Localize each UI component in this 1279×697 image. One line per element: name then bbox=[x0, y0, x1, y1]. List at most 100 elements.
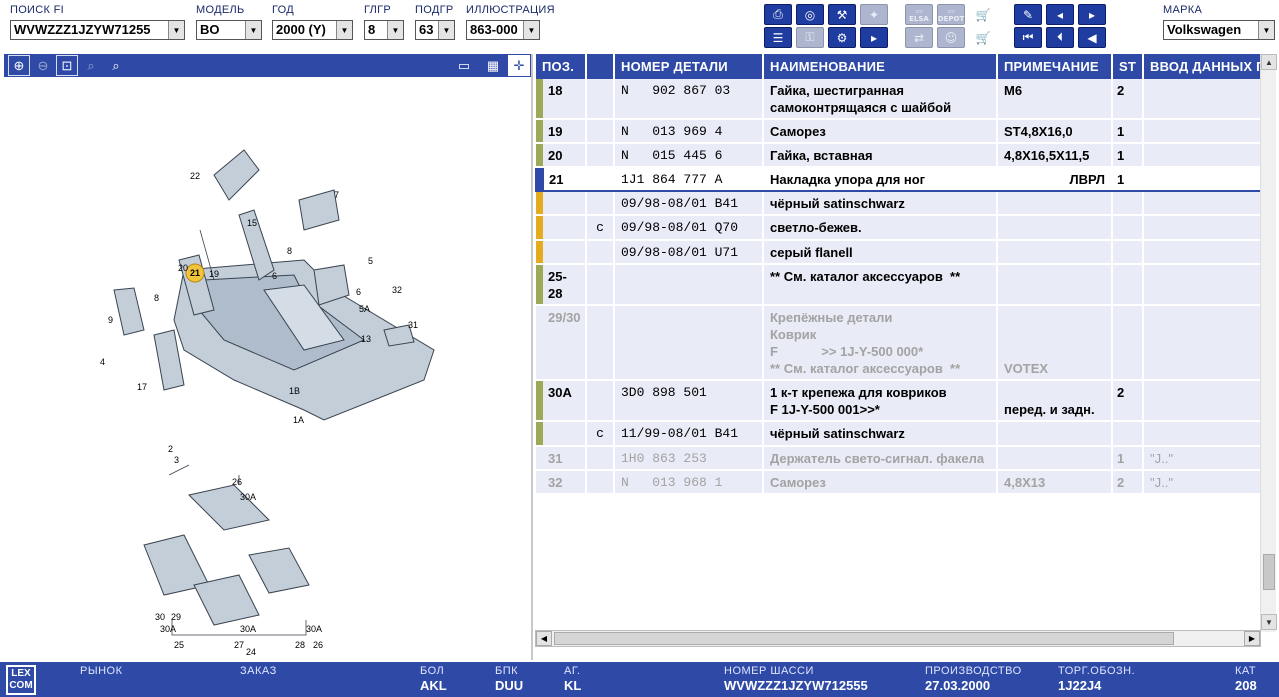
table-row[interactable]: 19 N 013 969 4 Саморез ST4,8X16,0 1 bbox=[536, 119, 1262, 144]
grid-view-icon[interactable]: ▦ bbox=[482, 55, 504, 76]
print-icon[interactable]: ⎙ bbox=[764, 4, 792, 25]
steering-wheel-icon[interactable]: ◎ bbox=[796, 4, 824, 25]
row-note bbox=[997, 446, 1113, 471]
row-name-text: Накладка упора для ног bbox=[770, 172, 926, 187]
scroll-down-icon[interactable]: ▼ bbox=[1261, 614, 1277, 630]
row-name: 1 к-т крепежа для ковриков F 1J-Y-500 00… bbox=[763, 380, 998, 422]
row-qty bbox=[1112, 215, 1144, 241]
brand-value[interactable]: Volkswagen bbox=[1164, 21, 1258, 39]
year-value[interactable]: 2000 (Y) bbox=[273, 21, 336, 39]
chevron-down-icon[interactable]: ▼ bbox=[245, 21, 261, 39]
row-pos: 20 bbox=[536, 143, 587, 168]
production-label: ПРОИЗВОДСТВО bbox=[925, 665, 1022, 677]
table-row[interactable]: c 11/99-08/01 B41 чёрный satinschwarz bbox=[536, 421, 1262, 447]
chevron-down-icon[interactable]: ▼ bbox=[523, 21, 539, 39]
row-pos-text: 18 bbox=[548, 83, 563, 98]
back-icon[interactable]: ⏴ bbox=[1046, 27, 1074, 48]
table-row[interactable]: 25-28 ** См. каталог аксессуаров ** bbox=[536, 264, 1262, 306]
subgroup-select[interactable]: 63 ▼ bbox=[415, 20, 455, 40]
svg-text:20: 20 bbox=[178, 263, 188, 273]
col-c-header[interactable] bbox=[586, 54, 615, 79]
table-row[interactable]: c 09/98-08/01 Q70 светло-бежев. bbox=[536, 215, 1262, 241]
main-group-select[interactable]: 8 ▼ bbox=[364, 20, 404, 40]
split-view-icon[interactable]: ▭ bbox=[453, 55, 475, 76]
row-status-marker bbox=[536, 79, 543, 118]
year-select[interactable]: 2000 (Y) ▼ bbox=[272, 20, 353, 40]
col-name-header[interactable]: НАИМЕНОВАНИЕ bbox=[763, 54, 998, 79]
col-pos-header[interactable]: ПОЗ. bbox=[536, 54, 587, 79]
table-row[interactable]: 20 N 015 445 6 Гайка, вставная 4,8X16,5X11,… bbox=[536, 143, 1262, 168]
table-row[interactable]: 29/30 Крепёжные детали Коврик F >> 1J-Y-5… bbox=[536, 305, 1262, 381]
row-part-number-text: N 902 867 03 bbox=[621, 83, 731, 98]
row-part-number bbox=[614, 305, 764, 381]
search-icon[interactable]: ⌕ bbox=[105, 55, 127, 76]
chassis-value: WVWZZZ1JZYW712555 bbox=[724, 678, 868, 693]
row-part-number-text: 09/98-08/01 B41 bbox=[621, 196, 739, 211]
scroll-left-icon[interactable]: ◀ bbox=[536, 631, 552, 646]
row-pos-text: 21 bbox=[549, 172, 564, 187]
chevron-down-icon[interactable]: ▼ bbox=[438, 21, 454, 39]
svg-text:26: 26 bbox=[313, 640, 323, 650]
tools-icon[interactable]: ⚒ bbox=[828, 4, 856, 25]
table-row[interactable]: 09/98-08/01 U71 серый flanell bbox=[536, 240, 1262, 265]
chevron-down-icon[interactable]: ▼ bbox=[387, 21, 403, 39]
row-part-number-text: 09/98-08/01 Q70 bbox=[621, 220, 739, 235]
col-part-number-header[interactable]: НОМЕР ДЕТАЛИ bbox=[614, 54, 764, 79]
svg-text:8: 8 bbox=[154, 293, 159, 303]
play-back-icon[interactable]: ◀ bbox=[1078, 27, 1106, 48]
illustration-value[interactable]: 863-000 bbox=[467, 21, 523, 39]
scroll-up-icon[interactable]: ▲ bbox=[1261, 54, 1277, 70]
zoom-in-icon[interactable]: ⊕ bbox=[8, 55, 30, 76]
main-group-value[interactable]: 8 bbox=[365, 21, 387, 39]
model-value[interactable]: BO bbox=[197, 21, 245, 39]
prev-page-icon[interactable]: ◂ bbox=[1046, 4, 1074, 25]
row-qty-text: 1 bbox=[1117, 124, 1125, 139]
col-input-header[interactable]: ВВОД ДАННЫХ П bbox=[1143, 54, 1262, 79]
table-row[interactable]: 31 1H0 863 253 Держатель свето-сигнал. фак… bbox=[536, 446, 1262, 471]
depot-icon: ▭ DEPOT bbox=[937, 4, 965, 25]
table-row[interactable]: 32 N 013 968 1 Саморез 4,8X13 2 "J.." bbox=[536, 470, 1262, 495]
illustration-label: ИЛЛЮСТРАЦИЯ bbox=[466, 4, 555, 16]
search-fi-value[interactable]: WVWZZZ1JZYW71255 bbox=[11, 21, 168, 39]
vertical-scrollbar[interactable]: ▲ ▼ bbox=[1260, 54, 1277, 632]
hscroll-thumb[interactable] bbox=[554, 632, 1174, 645]
model-select[interactable]: BO ▼ bbox=[196, 20, 262, 40]
table-row[interactable]: 18 N 902 867 03 Гайка, шестигранная самоко… bbox=[536, 79, 1262, 120]
subgroup-value[interactable]: 63 bbox=[416, 21, 438, 39]
svg-text:2: 2 bbox=[168, 444, 173, 454]
row-qty: 1 bbox=[1112, 143, 1144, 168]
row-input bbox=[1143, 240, 1262, 265]
pin-icon[interactable]: ✎ bbox=[1014, 4, 1042, 25]
cart-add-icon[interactable]: 🛒 bbox=[969, 27, 997, 48]
arrow-input-icon[interactable]: ▸ bbox=[860, 27, 888, 48]
col-note-header[interactable]: ПРИМЕЧАНИЕ bbox=[997, 54, 1113, 79]
table-row[interactable]: 21 1J1 864 777 A Накладка упора для ног ЛВР… bbox=[535, 166, 1262, 192]
brand-select[interactable]: Volkswagen ▼ bbox=[1163, 20, 1275, 40]
search-fi-combo[interactable]: WVWZZZ1JZYW71255 ▼ bbox=[10, 20, 185, 40]
list-icon[interactable]: ☰ bbox=[764, 27, 792, 48]
bpk-info: БПК DUU bbox=[495, 665, 523, 693]
chevron-down-icon[interactable]: ▼ bbox=[168, 21, 184, 39]
chevron-down-icon[interactable]: ▼ bbox=[336, 21, 352, 39]
zoom-mode-icon: ⌕ bbox=[87, 57, 95, 73]
scroll-thumb[interactable] bbox=[1263, 554, 1275, 590]
table-row[interactable]: 09/98-08/01 B41 чёрный satinschwarz bbox=[536, 191, 1262, 216]
parts-illustration: 22 7 15 8 5 20 21 19 6 6 32 8 5A 31 9 13… bbox=[100, 149, 435, 657]
chevron-down-icon[interactable]: ▼ bbox=[1258, 21, 1274, 39]
illustration-select[interactable]: 863-000 ▼ bbox=[466, 20, 540, 40]
scroll-right-icon[interactable]: ▶ bbox=[1244, 631, 1260, 646]
row-name-text: Крепёжные детали Коврик F >> 1J-Y-500 00… bbox=[770, 310, 961, 376]
next-page-icon[interactable]: ▸ bbox=[1078, 4, 1106, 25]
cart-icon[interactable]: 🛒 bbox=[969, 4, 997, 25]
col-qty-header[interactable]: ST bbox=[1112, 54, 1144, 79]
row-part-number-text: N 015 445 6 bbox=[621, 148, 723, 163]
model-field: МОДЕЛЬ BO ▼ bbox=[196, 4, 262, 40]
horizontal-scrollbar[interactable]: ◀ ▶ bbox=[535, 630, 1261, 647]
engine-icon[interactable]: ⚙ bbox=[828, 27, 856, 48]
zoom-fit-icon[interactable]: ⊡ bbox=[56, 55, 78, 76]
row-input-text: "J.." bbox=[1150, 475, 1173, 490]
move-icon[interactable]: ✛ bbox=[508, 55, 530, 76]
table-row[interactable]: 30A 3D0 898 501 1 к-т крепежа для ковриков… bbox=[536, 380, 1262, 422]
first-icon[interactable]: ⏮ bbox=[1014, 27, 1042, 48]
row-qty bbox=[1112, 305, 1144, 381]
